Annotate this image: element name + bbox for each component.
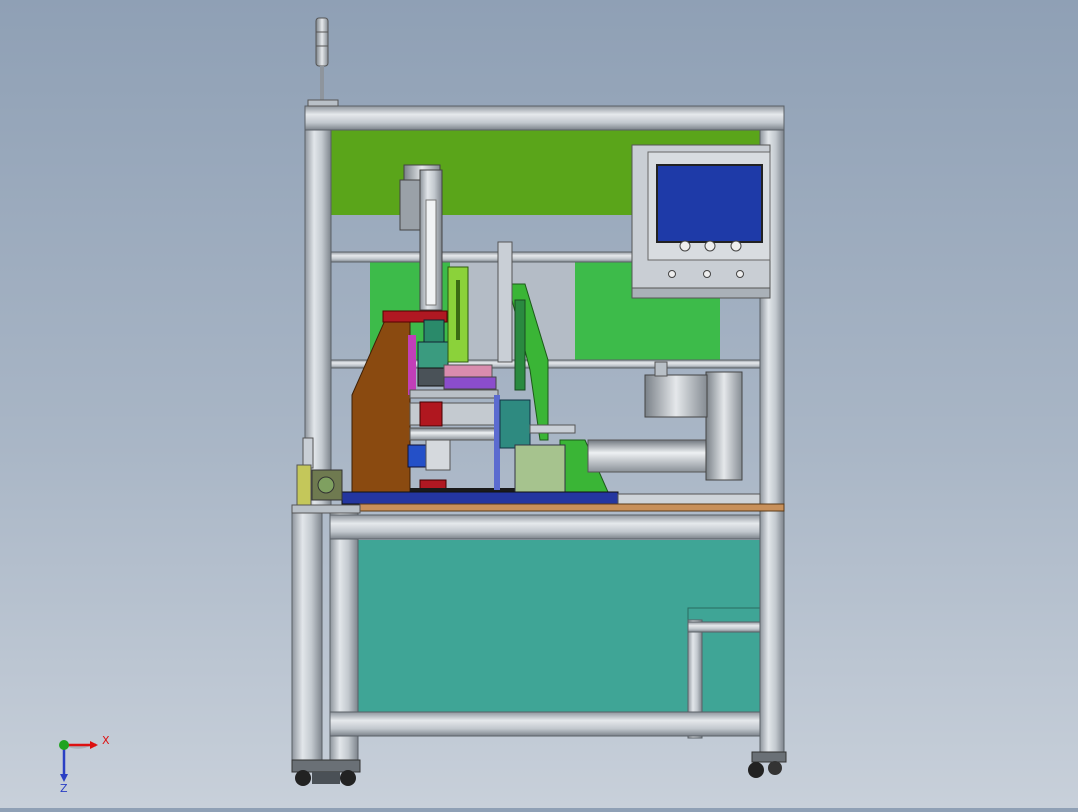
cad-viewport[interactable]: X Y Z <box>0 0 1078 808</box>
frame-cabinet-top-beam <box>329 514 761 540</box>
hmi-button <box>704 240 716 252</box>
horizontal-cylinder <box>587 361 743 481</box>
hmi-indicator <box>668 270 676 278</box>
hmi-indicator <box>703 270 711 278</box>
frame-shelf-beam <box>687 621 761 633</box>
axis-z-label: Z <box>60 782 68 795</box>
hmi-panel <box>631 144 771 299</box>
left-box <box>291 504 361 514</box>
brown-side-plate <box>351 317 411 496</box>
hmi-screen <box>656 164 763 243</box>
hmi-indicator <box>736 270 744 278</box>
rail-cover <box>617 493 761 505</box>
slide-block <box>514 444 566 494</box>
caster-right <box>748 751 787 778</box>
signal-tower-icon <box>307 17 339 107</box>
frame-top-beam <box>304 105 785 131</box>
machine-drawing: X Y Z <box>59 17 787 795</box>
frame-cabinet-bottom-beam <box>329 711 761 737</box>
hmi-button <box>730 240 742 252</box>
table-top <box>359 503 785 512</box>
axis-x-label: X <box>102 734 110 747</box>
caster-left <box>291 759 361 786</box>
frame-post-right-lower <box>759 509 785 756</box>
base-plate <box>341 491 619 505</box>
frame-post-left-lower <box>291 509 323 761</box>
hmi-button <box>679 240 691 252</box>
axis-triad-icon <box>59 740 98 782</box>
